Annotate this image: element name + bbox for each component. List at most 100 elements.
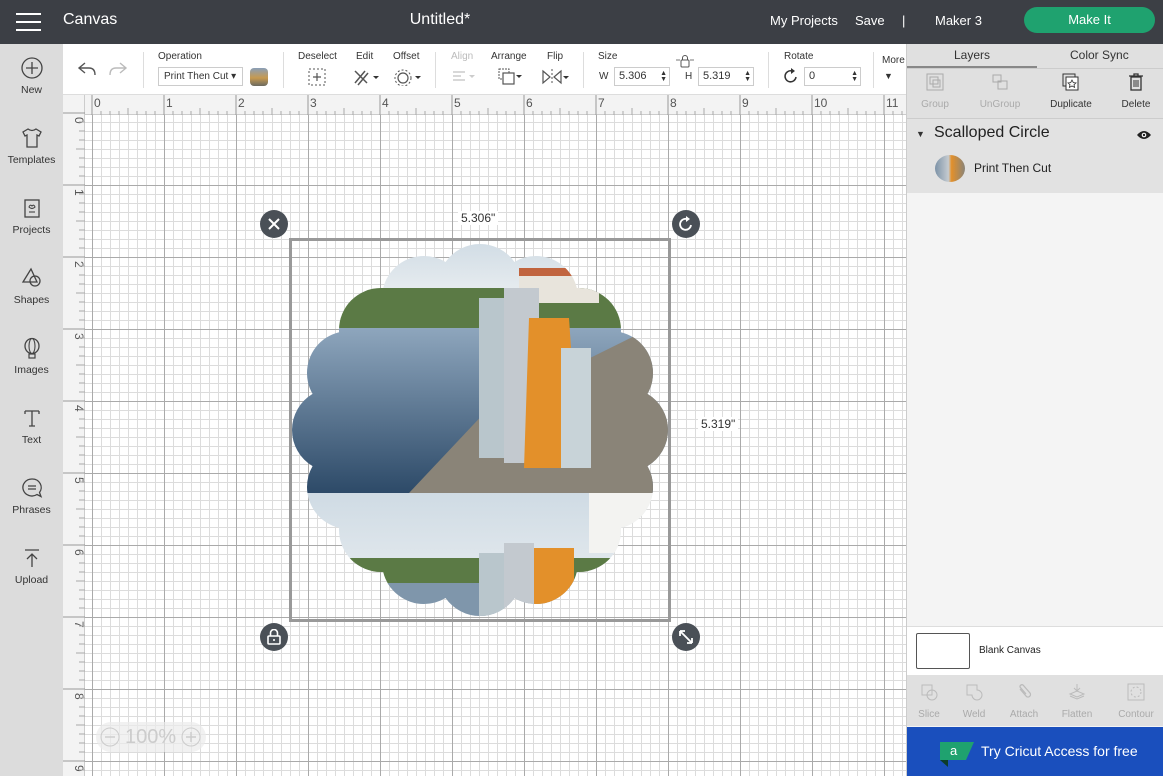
- ruler-tick-label: 6: [72, 549, 85, 556]
- height-dimension-label: 5.319": [698, 417, 739, 431]
- ruler-tick-label: 5: [454, 96, 461, 110]
- rotate-stepper[interactable]: ▲ ▼: [851, 70, 858, 83]
- group-button[interactable]: Group: [905, 73, 965, 110]
- width-stepper[interactable]: ▲ ▼: [660, 70, 667, 83]
- sidebar-item-projects[interactable]: Projects: [0, 196, 63, 258]
- layer-thumbnail: [935, 155, 965, 182]
- more-dropdown-icon[interactable]: ▼: [884, 71, 893, 81]
- make-it-button[interactable]: Make It: [1024, 7, 1155, 33]
- rotate-value: 0: [809, 70, 816, 82]
- sidebar-item-text[interactable]: Text: [0, 406, 63, 468]
- collapse-caret-icon[interactable]: ▼: [916, 129, 925, 139]
- arrange-icon[interactable]: [497, 67, 523, 87]
- slice-button[interactable]: Slice: [904, 683, 954, 720]
- projects-icon: [23, 199, 40, 218]
- sidebar-item-upload[interactable]: Upload: [0, 546, 63, 608]
- ruler-tick-label: 1: [166, 96, 173, 110]
- height-stepper[interactable]: ▲ ▼: [744, 70, 751, 83]
- ruler-tick-label: 0: [72, 117, 85, 124]
- sidebar-label: Phrases: [12, 504, 51, 516]
- sidebar-item-images[interactable]: Images: [0, 336, 63, 398]
- machine-selector[interactable]: Maker 3: [935, 13, 982, 28]
- resize-handle[interactable]: [672, 623, 700, 651]
- tab-layers[interactable]: Layers: [954, 48, 990, 62]
- sidebar-item-new[interactable]: New: [0, 56, 63, 118]
- weld-button[interactable]: Weld: [949, 683, 999, 720]
- sidebar-label: Upload: [14, 574, 49, 586]
- bottom-tools: Slice Weld Attach Flatten Contour: [907, 675, 1163, 726]
- header-separator: |: [902, 13, 906, 28]
- ruler-tick-label: 4: [72, 405, 85, 412]
- operation-select[interactable]: Print Then Cut ▾: [158, 67, 243, 86]
- panel-tabs: Layers Color Sync: [907, 44, 1163, 68]
- tab-color-sync[interactable]: Color Sync: [1070, 48, 1129, 62]
- tshirt-icon: [21, 128, 42, 148]
- ruler-tick-label: 9: [742, 96, 749, 110]
- contour-label: Contour: [1118, 709, 1154, 720]
- align-icon: [453, 71, 475, 81]
- layer-group-scalloped-circle[interactable]: ▼ Scalloped Circle Print Then Cut: [907, 119, 1163, 193]
- toolbar-divider: [143, 52, 144, 88]
- delete-button[interactable]: Delete: [1106, 73, 1163, 110]
- flatten-button[interactable]: Flatten: [1052, 683, 1102, 720]
- sidebar-label: New: [20, 84, 42, 96]
- sidebar-label: Shapes: [13, 294, 50, 306]
- deselect-label: Deselect: [298, 51, 337, 62]
- redo-icon[interactable]: [108, 60, 128, 78]
- flip-icon[interactable]: [541, 68, 569, 86]
- width-input[interactable]: 5.306 ▲ ▼: [614, 67, 670, 86]
- offset-icon[interactable]: [394, 68, 422, 86]
- sidebar-label: Text: [21, 434, 42, 446]
- selection-bounding-box: [289, 238, 671, 622]
- edit-toolbar: Operation Print Then Cut ▾ Deselect Edit…: [63, 44, 906, 95]
- attach-button[interactable]: Attach: [999, 683, 1049, 720]
- deselect-icon[interactable]: [308, 68, 326, 86]
- lock-ratio-icon[interactable]: [675, 54, 695, 68]
- contour-button[interactable]: Contour: [1111, 683, 1161, 720]
- save-link[interactable]: Save: [855, 13, 885, 28]
- sidebar-item-phrases[interactable]: Phrases: [0, 476, 63, 538]
- undo-icon[interactable]: [77, 60, 97, 78]
- top-ruler-ticks: 0 1 2 3 4 5 6 7 8 9 10 11: [91, 95, 903, 115]
- speech-bubble-icon: [21, 478, 42, 498]
- sidebar-item-shapes[interactable]: Shapes: [0, 266, 63, 328]
- slice-icon: [921, 684, 938, 701]
- rotate-input[interactable]: 0 ▲ ▼: [804, 67, 861, 86]
- delete-handle[interactable]: [260, 210, 288, 238]
- print-image-thumbnail[interactable]: [250, 68, 268, 86]
- duplicate-button[interactable]: Duplicate: [1041, 73, 1101, 110]
- svg-text:a: a: [950, 743, 958, 758]
- cricut-access-banner[interactable]: a Try Cricut Access for free: [907, 727, 1163, 776]
- toolbar-divider: [435, 52, 436, 88]
- more-label[interactable]: More: [882, 55, 905, 66]
- sidebar-item-templates[interactable]: Templates: [0, 126, 63, 188]
- height-input[interactable]: 5.319 ▲ ▼: [698, 67, 754, 86]
- ungroup-button[interactable]: UnGroup: [970, 73, 1030, 110]
- eye-icon[interactable]: [1136, 129, 1152, 141]
- toolbar-divider: [873, 52, 874, 88]
- edit-label: Edit: [356, 51, 374, 62]
- ruler-tick-label: 2: [72, 261, 85, 268]
- width-dimension-label: 5.306": [458, 211, 499, 225]
- ruler-tick-label: 8: [670, 96, 677, 110]
- layer-tools: Group UnGroup Duplicate Delete: [907, 68, 1163, 119]
- zoom-in-button[interactable]: [181, 727, 201, 747]
- top-ruler: 0 1 2 3 4 5 6 7 8 9 10 11: [63, 95, 906, 115]
- width-value: 5.306: [619, 70, 647, 82]
- flatten-icon: [1068, 684, 1086, 700]
- ruler-tick-label: 10: [814, 96, 828, 110]
- rotate-handle[interactable]: [672, 210, 700, 238]
- my-projects-link[interactable]: My Projects: [770, 13, 838, 28]
- zoom-level: 100%: [125, 726, 177, 748]
- blank-canvas-swatch[interactable]: [916, 633, 970, 669]
- ruler-tick-label: 6: [526, 96, 533, 110]
- ruler-tick-label: 0: [94, 96, 101, 110]
- operation-value: Print Then Cut: [164, 71, 229, 82]
- contour-icon: [1127, 683, 1145, 701]
- edit-icon[interactable]: [352, 68, 380, 86]
- zoom-out-button[interactable]: [100, 727, 120, 747]
- blank-canvas-row[interactable]: Blank Canvas: [907, 626, 1163, 675]
- lock-handle[interactable]: [260, 623, 288, 651]
- align-label: Align: [451, 51, 474, 62]
- flip-label: Flip: [547, 51, 564, 62]
